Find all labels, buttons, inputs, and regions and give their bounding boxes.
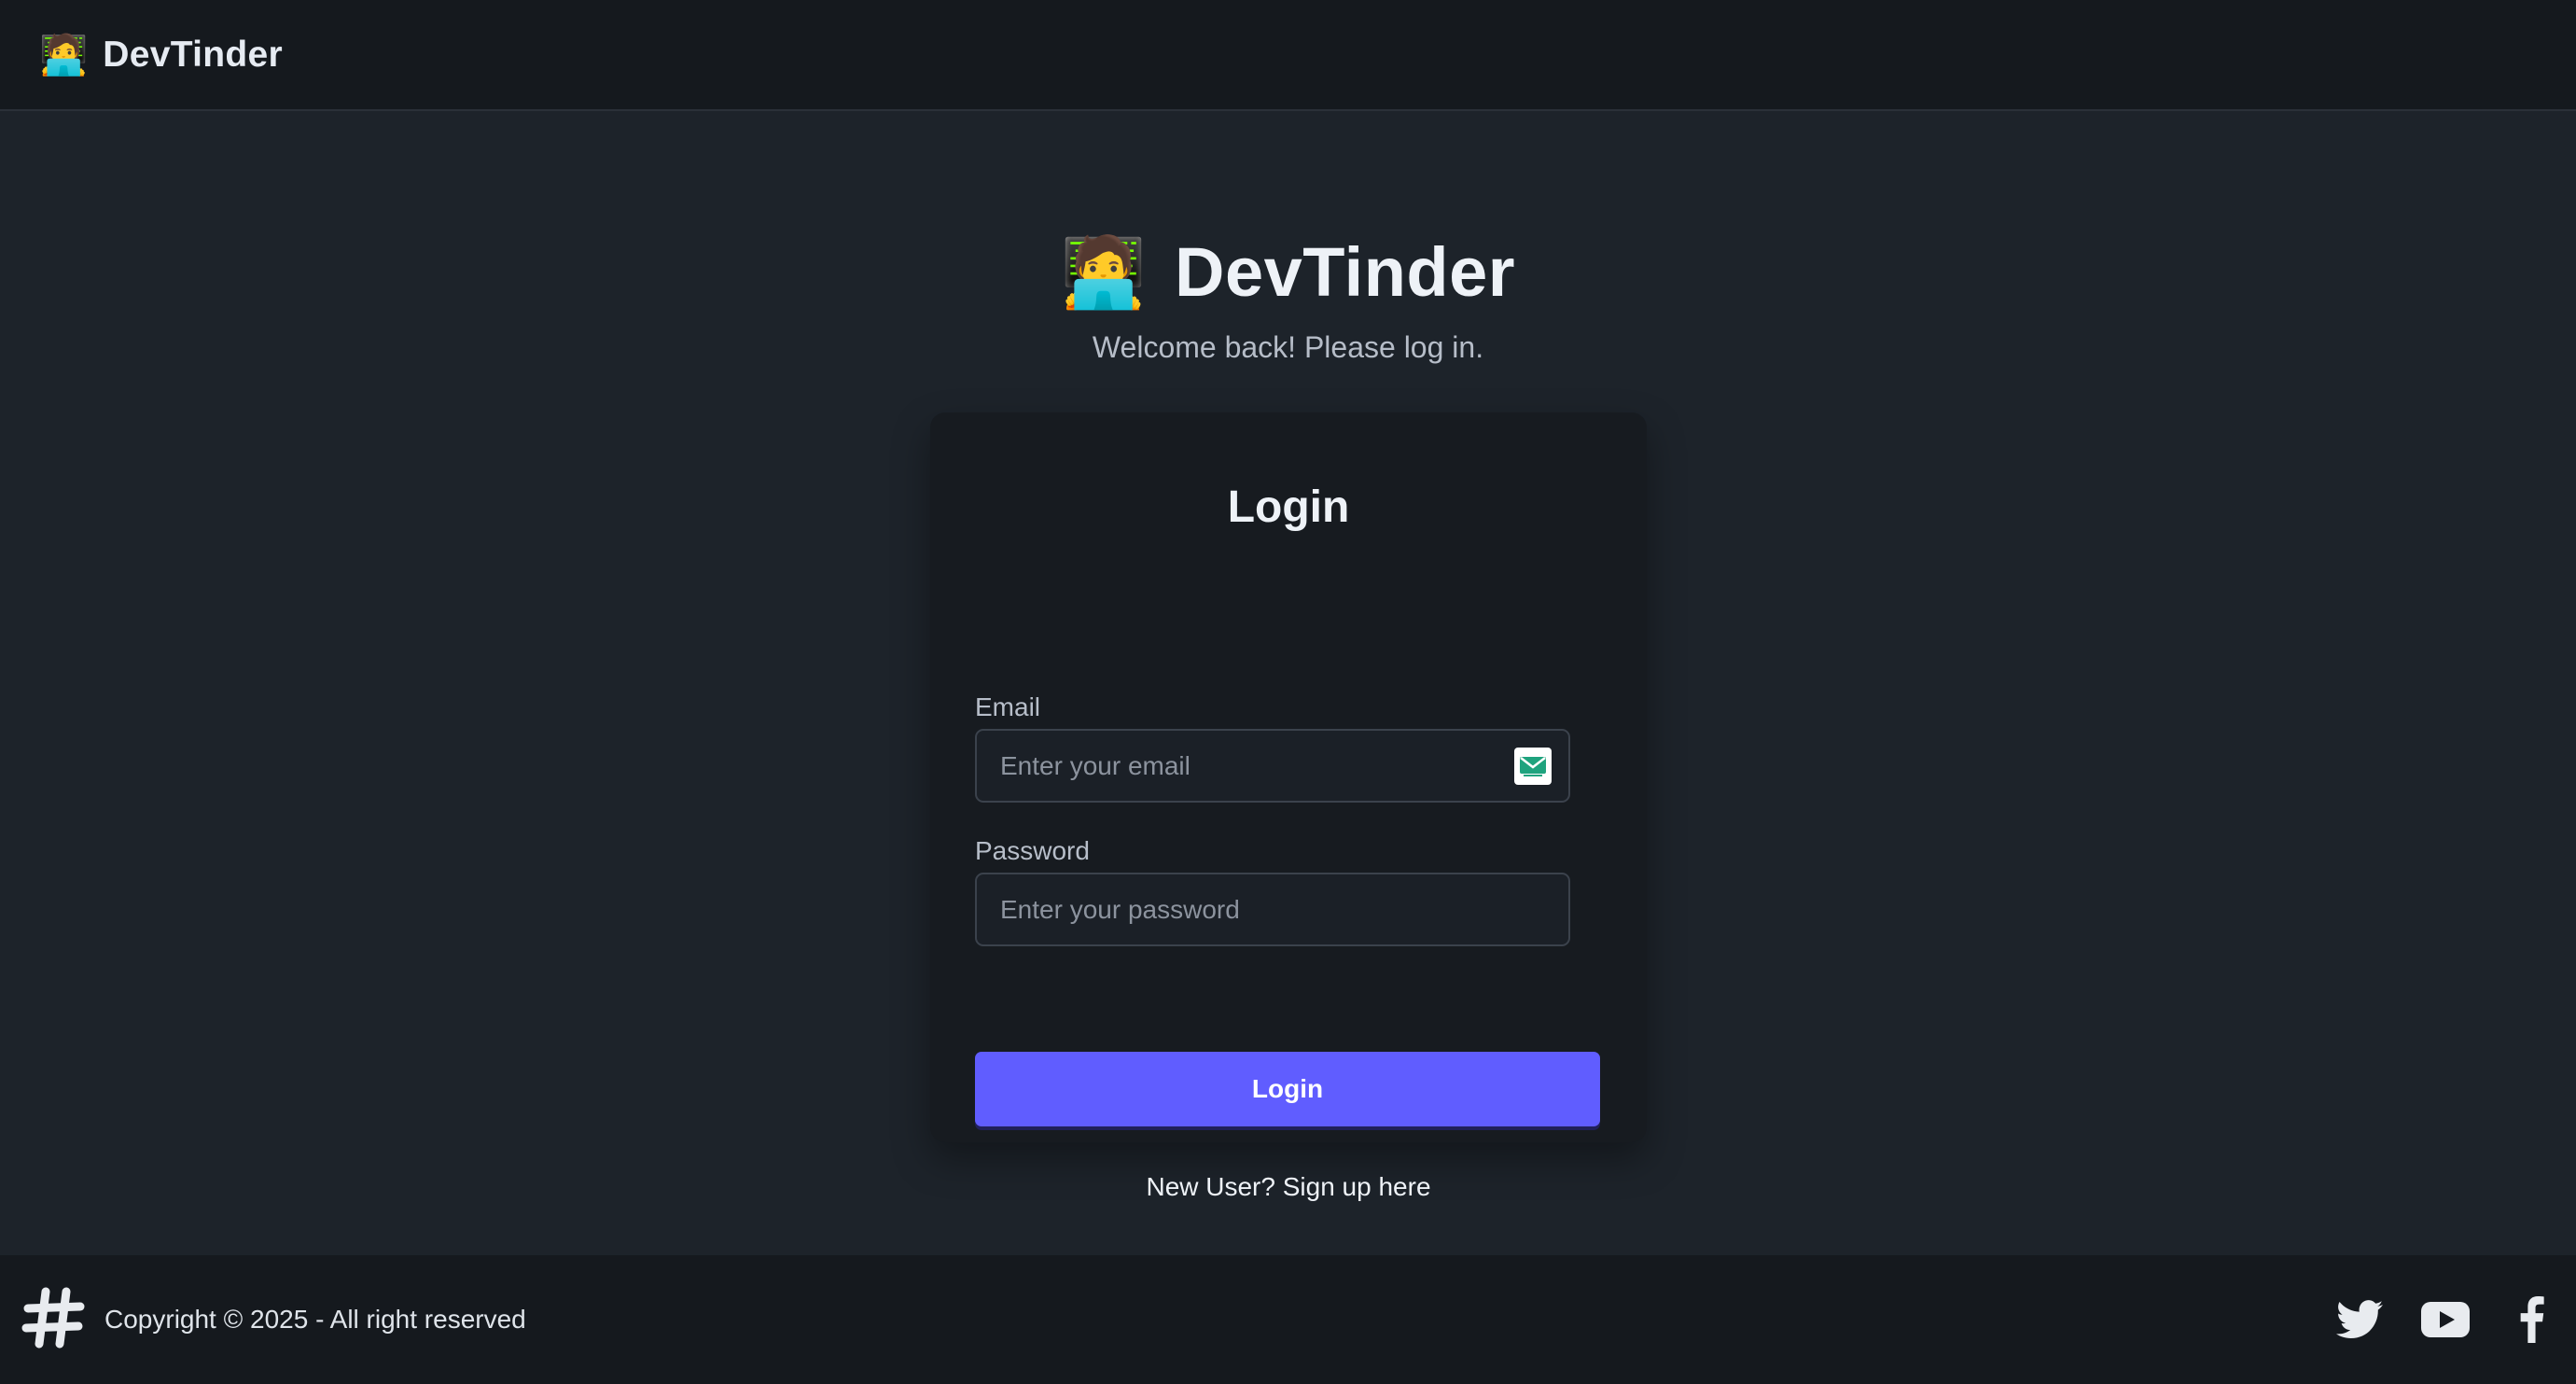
copyright-text: Copyright © 2025 - All right reserved: [104, 1305, 526, 1334]
password-field[interactable]: [975, 873, 1570, 946]
hero-header: 🧑‍💻 DevTinder Welcome back! Please log i…: [0, 232, 2576, 365]
social-links: [2335, 1295, 2555, 1344]
top-navbar: 🧑‍💻 DevTinder: [0, 0, 2576, 111]
email-label: Email: [975, 692, 1041, 721]
email-input[interactable]: [1000, 750, 1485, 781]
email-field[interactable]: [975, 729, 1570, 803]
hashtag-logo-icon: [21, 1284, 88, 1356]
hero-title: 🧑‍💻 DevTinder: [1061, 232, 1515, 312]
login-card: Login Email Password Login New User? Sig…: [930, 412, 1647, 1201]
hero-subtitle: Welcome back! Please log in.: [1092, 330, 1484, 364]
login-button[interactable]: Login: [975, 1052, 1600, 1126]
signup-link[interactable]: New User? Sign up here: [930, 1172, 1647, 1202]
facebook-icon[interactable]: [2507, 1295, 2555, 1344]
envelope-icon: [1514, 748, 1552, 785]
password-label: Password: [975, 836, 1090, 865]
footer-left: Copyright © 2025 - All right reserved: [21, 1284, 526, 1356]
footer: Copyright © 2025 - All right reserved: [0, 1255, 2576, 1384]
main-content: 🧑‍💻 DevTinder Welcome back! Please log i…: [0, 113, 2576, 1255]
password-input[interactable]: [1000, 894, 1485, 925]
developer-emoji-icon: 🧑‍💻: [1060, 232, 1148, 311]
developer-emoji-icon: 🧑‍💻: [39, 32, 89, 77]
youtube-icon[interactable]: [2421, 1295, 2470, 1344]
hero-brand-name: DevTinder: [1175, 233, 1516, 311]
login-card-title: Login: [1227, 482, 1350, 532]
navbar-brand-link[interactable]: 🧑‍💻 DevTinder: [39, 35, 283, 76]
twitter-icon[interactable]: [2335, 1295, 2384, 1344]
navbar-brand-name: DevTinder: [103, 34, 284, 75]
